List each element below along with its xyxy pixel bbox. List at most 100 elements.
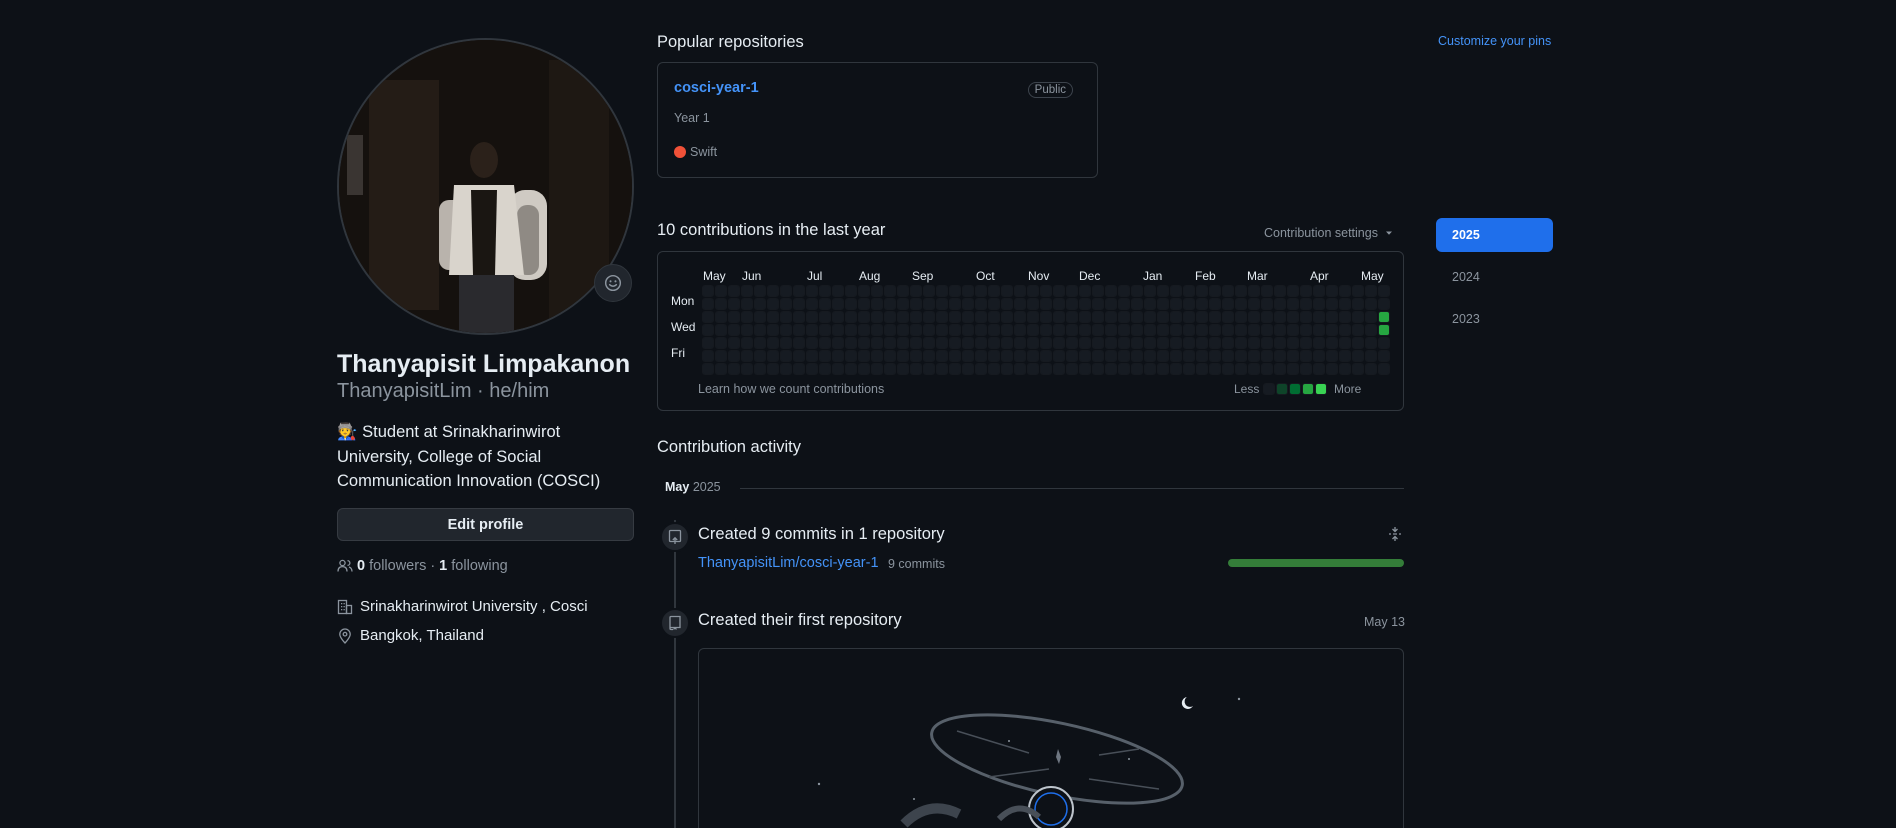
contribution-day-cell[interactable] <box>1027 350 1039 362</box>
contribution-day-cell[interactable] <box>1066 324 1078 336</box>
contribution-day-cell[interactable] <box>806 350 818 362</box>
year-2024-tab[interactable]: 2024 <box>1436 260 1553 294</box>
contribution-day-cell[interactable] <box>1053 311 1065 323</box>
contribution-day-cell[interactable] <box>936 337 948 349</box>
contribution-day-cell[interactable] <box>728 350 740 362</box>
contribution-day-cell[interactable] <box>1274 324 1286 336</box>
contribution-day-cell[interactable] <box>767 363 779 375</box>
contribution-day-cell[interactable] <box>1352 285 1364 297</box>
avatar[interactable] <box>337 38 634 335</box>
contribution-day-cell[interactable] <box>1300 311 1312 323</box>
contribution-day-cell[interactable] <box>1235 324 1247 336</box>
contribution-day-cell[interactable] <box>1352 324 1364 336</box>
contribution-day-cell[interactable] <box>741 337 753 349</box>
contribution-day-cell[interactable] <box>1287 350 1299 362</box>
contribution-day-cell[interactable] <box>806 363 818 375</box>
contribution-day-cell[interactable] <box>1300 337 1312 349</box>
contribution-day-cell[interactable] <box>1261 350 1273 362</box>
customize-pins-link[interactable]: Customize your pins <box>1438 34 1551 48</box>
contribution-day-cell[interactable] <box>910 285 922 297</box>
contribution-day-cell[interactable] <box>1183 363 1195 375</box>
contribution-day-cell[interactable] <box>1066 285 1078 297</box>
contribution-day-cell[interactable] <box>1352 298 1364 310</box>
contribution-day-cell[interactable] <box>741 363 753 375</box>
contribution-day-cell[interactable] <box>897 350 909 362</box>
contribution-day-cell[interactable] <box>767 324 779 336</box>
contribution-day-cell[interactable] <box>1157 350 1169 362</box>
contribution-day-cell[interactable] <box>1339 298 1351 310</box>
contribution-day-cell[interactable] <box>767 350 779 362</box>
contribution-day-cell[interactable] <box>845 311 857 323</box>
contribution-day-cell[interactable] <box>988 298 1000 310</box>
contribution-day-cell[interactable] <box>923 298 935 310</box>
contribution-day-cell[interactable] <box>1326 285 1338 297</box>
followers-link[interactable]: 0 followers <box>357 558 426 574</box>
contribution-day-cell[interactable] <box>1326 298 1338 310</box>
contribution-day-cell[interactable] <box>1339 285 1351 297</box>
contribution-day-cell[interactable] <box>923 285 935 297</box>
contribution-day-cell[interactable] <box>754 350 766 362</box>
contribution-day-cell[interactable] <box>1079 285 1091 297</box>
contribution-day-cell[interactable] <box>845 324 857 336</box>
contribution-day-cell[interactable] <box>1131 285 1143 297</box>
contribution-day-cell[interactable] <box>1040 350 1052 362</box>
contribution-day-cell[interactable] <box>1222 311 1234 323</box>
contribution-day-cell[interactable] <box>793 311 805 323</box>
contribution-day-cell[interactable] <box>793 337 805 349</box>
contribution-day-cell[interactable] <box>1183 285 1195 297</box>
contribution-day-cell[interactable] <box>754 298 766 310</box>
contribution-day-cell[interactable] <box>988 363 1000 375</box>
contribution-day-cell[interactable] <box>1235 311 1247 323</box>
contribution-day-cell[interactable] <box>975 363 987 375</box>
contribution-day-cell[interactable] <box>1261 324 1273 336</box>
contribution-day-cell[interactable] <box>780 311 792 323</box>
contribution-day-cell[interactable] <box>962 324 974 336</box>
contribution-day-cell[interactable] <box>1040 311 1052 323</box>
contribution-day-cell[interactable] <box>715 337 727 349</box>
contribution-day-cell[interactable] <box>1170 363 1182 375</box>
contribution-day-cell[interactable] <box>1183 298 1195 310</box>
contribution-day-cell[interactable] <box>1027 285 1039 297</box>
contribution-day-cell[interactable] <box>1352 350 1364 362</box>
contribution-day-cell[interactable] <box>871 363 883 375</box>
contribution-day-cell[interactable] <box>884 298 896 310</box>
contribution-day-cell[interactable] <box>897 311 909 323</box>
contribution-day-cell[interactable] <box>1365 311 1377 323</box>
contribution-day-cell[interactable] <box>845 285 857 297</box>
contribution-day-cell[interactable] <box>1313 311 1325 323</box>
contribution-day-cell[interactable] <box>1196 285 1208 297</box>
contribution-day-cell[interactable] <box>1144 298 1156 310</box>
contribution-day-cell[interactable] <box>949 350 961 362</box>
contribution-day-cell[interactable] <box>715 350 727 362</box>
contribution-day-cell[interactable] <box>741 324 753 336</box>
year-2023-tab[interactable]: 2023 <box>1436 302 1553 336</box>
contribution-day-cell[interactable] <box>1339 350 1351 362</box>
contribution-day-cell[interactable] <box>1378 363 1390 375</box>
commit-repo-link[interactable]: ThanyapisitLim/cosci-year-1 <box>698 555 879 571</box>
contribution-day-cell[interactable] <box>1157 285 1169 297</box>
set-status-button[interactable] <box>594 264 632 302</box>
contribution-day-cell[interactable] <box>1261 337 1273 349</box>
contribution-day-cell[interactable] <box>1339 363 1351 375</box>
contribution-day-cell[interactable] <box>1196 350 1208 362</box>
contribution-day-cell[interactable] <box>1365 285 1377 297</box>
contribution-day-cell[interactable] <box>936 363 948 375</box>
contribution-day-cell[interactable] <box>1105 363 1117 375</box>
contribution-day-cell[interactable] <box>1144 324 1156 336</box>
contribution-day-cell[interactable] <box>1209 350 1221 362</box>
contribution-day-cell[interactable] <box>1092 363 1104 375</box>
contribution-day-cell[interactable] <box>1248 363 1260 375</box>
contribution-day-cell[interactable] <box>1300 298 1312 310</box>
contribution-day-cell[interactable] <box>949 337 961 349</box>
contribution-day-cell[interactable] <box>1105 311 1117 323</box>
contribution-settings-dropdown[interactable]: Contribution settings <box>1264 226 1394 240</box>
contribution-day-cell[interactable] <box>1235 285 1247 297</box>
contribution-day-cell[interactable] <box>1014 363 1026 375</box>
contribution-day-cell[interactable] <box>858 337 870 349</box>
contribution-day-cell[interactable] <box>1066 311 1078 323</box>
contribution-day-cell[interactable] <box>936 324 948 336</box>
contribution-day-cell[interactable] <box>1183 324 1195 336</box>
contribution-day-cell[interactable] <box>780 324 792 336</box>
contribution-day-cell[interactable] <box>988 311 1000 323</box>
contribution-day-cell[interactable] <box>1209 337 1221 349</box>
